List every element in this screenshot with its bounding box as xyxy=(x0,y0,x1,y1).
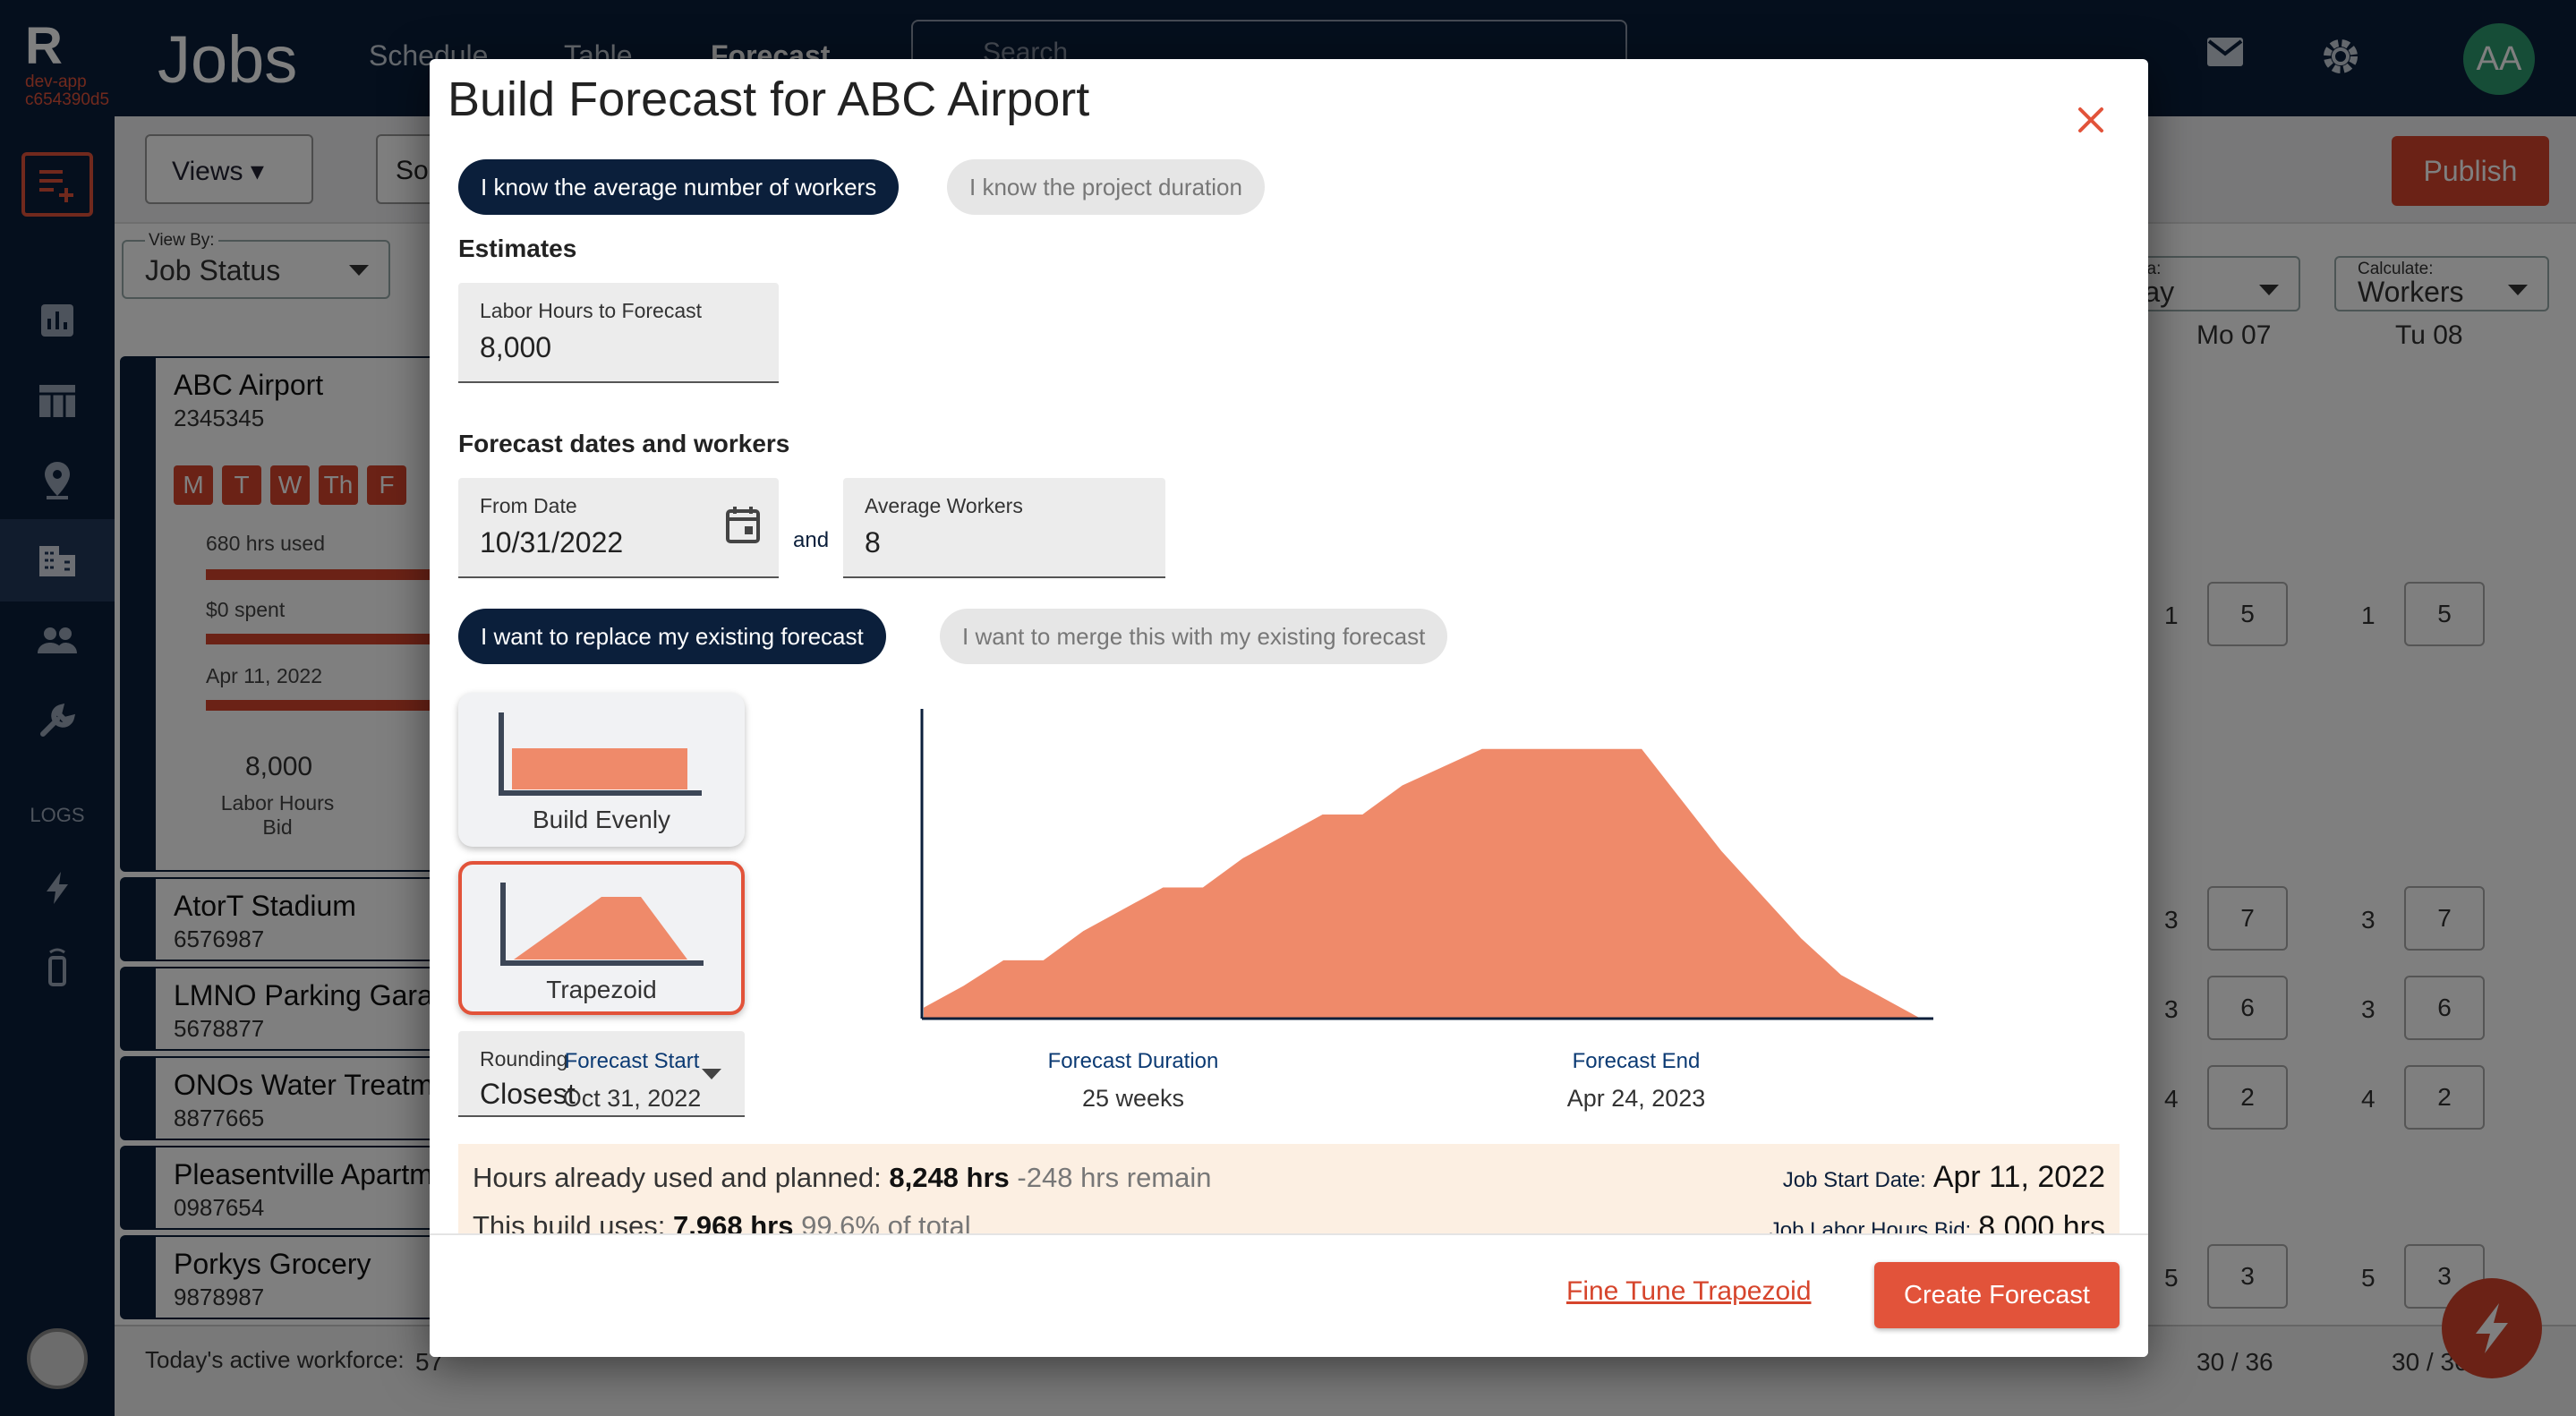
labor-hours-field[interactable]: Labor Hours to Forecast 8,000 xyxy=(458,283,779,383)
close-button[interactable] xyxy=(2066,95,2116,145)
forecast-start-stat: Forecast Start Oct 31, 2022 xyxy=(471,1049,793,1113)
labor-hours-label: Labor Hours to Forecast xyxy=(480,299,703,322)
build-evenly-label: Build Evenly xyxy=(532,806,671,833)
build-evenly-option[interactable]: Build Evenly xyxy=(458,693,745,847)
calendar-icon[interactable] xyxy=(725,505,761,544)
forecast-end-value: Apr 24, 2023 xyxy=(1566,1085,1706,1112)
used-label: Hours already used and planned: xyxy=(473,1162,882,1193)
mode-average-workers-pill[interactable]: I know the average number of workers xyxy=(458,159,900,215)
forecast-end-stat: Forecast End Apr 24, 2023 xyxy=(1475,1049,1797,1113)
from-date-field[interactable]: From Date 10/31/2022 xyxy=(458,478,779,578)
trapezoid-label: Trapezoid xyxy=(546,976,657,1003)
close-icon xyxy=(2078,107,2103,132)
forecast-start-label: Forecast Start xyxy=(564,1049,700,1073)
from-date-label: From Date xyxy=(480,494,577,517)
forecast-summary: Hours already used and planned: 8,248 hr… xyxy=(458,1144,2120,1244)
summary-used-row: Hours already used and planned: 8,248 hr… xyxy=(473,1162,1212,1194)
job-start-value: Apr 11, 2022 xyxy=(1932,1160,2105,1194)
average-workers-label: Average Workers xyxy=(865,494,1023,517)
labor-hours-value: 8,000 xyxy=(480,331,552,363)
average-workers-value: 8 xyxy=(865,526,881,559)
dialog-title: Build Forecast for ABC Airport xyxy=(448,73,1090,126)
estimates-heading: Estimates xyxy=(458,235,577,262)
build-evenly-icon xyxy=(499,712,702,796)
fine-tune-trapezoid-link[interactable]: Fine Tune Trapezoid xyxy=(1566,1276,1812,1307)
remain-value: -248 hrs remain xyxy=(1017,1162,1212,1193)
average-workers-field[interactable]: Average Workers 8 xyxy=(843,478,1165,578)
forecast-chart xyxy=(920,709,1933,1020)
forecast-duration-label: Forecast Duration xyxy=(1047,1049,1219,1073)
and-label: and xyxy=(793,528,830,552)
trapezoid-icon xyxy=(500,883,704,966)
job-start-row: Job Start Date: Apr 11, 2022 xyxy=(1783,1160,2105,1195)
forecast-duration-value: 25 weeks xyxy=(1081,1085,1185,1112)
forecast-area xyxy=(924,748,1921,1019)
build-forecast-dialog: Build Forecast for ABC Airport I know th… xyxy=(430,59,2148,1357)
forecast-end-label: Forecast End xyxy=(1572,1049,1701,1073)
job-start-label: Job Start Date: xyxy=(1782,1168,1926,1192)
create-forecast-button[interactable]: Create Forecast xyxy=(1874,1262,2120,1328)
trapezoid-option[interactable]: Trapezoid xyxy=(458,861,745,1015)
from-date-value: 10/31/2022 xyxy=(480,526,624,559)
dates-workers-heading: Forecast dates and workers xyxy=(458,430,790,457)
forecast-start-value: Oct 31, 2022 xyxy=(562,1085,702,1112)
replace-forecast-pill[interactable]: I want to replace my existing forecast xyxy=(458,609,886,664)
forecast-duration-stat: Forecast Duration 25 weeks xyxy=(972,1049,1294,1113)
used-value: 8,248 hrs xyxy=(889,1162,1010,1193)
mode-project-duration-pill[interactable]: I know the project duration xyxy=(947,159,1265,215)
merge-forecast-pill[interactable]: I want to merge this with my existing fo… xyxy=(940,609,1448,664)
